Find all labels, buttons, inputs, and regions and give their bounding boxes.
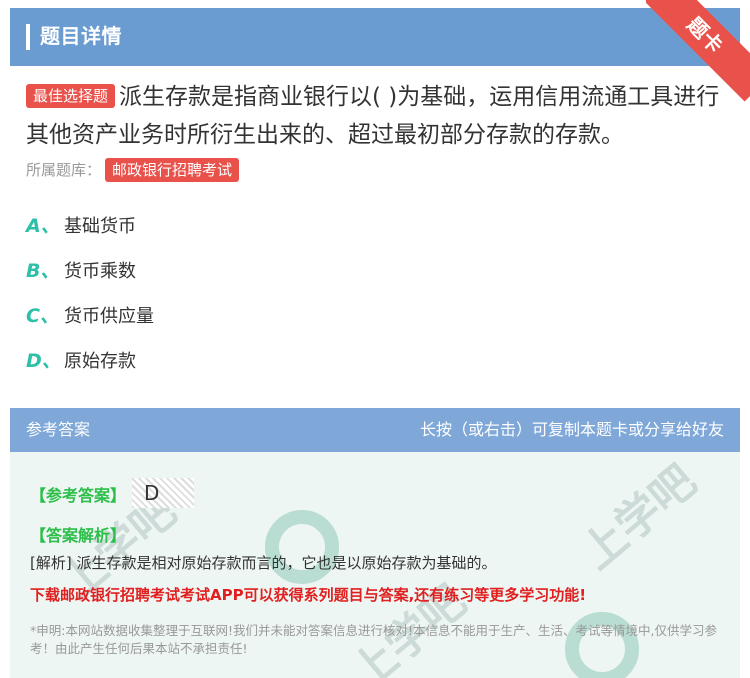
header-bar: 题目详情	[10, 8, 740, 66]
option-text: 货币供应量	[64, 306, 154, 327]
analysis-text: [解析] 派生存款是相对原始存款而言的，它也是以原始存款为基础的。	[30, 554, 497, 572]
option-d[interactable]: D、 原始存款	[26, 347, 136, 376]
bank-label: 所属题库：	[26, 161, 102, 179]
disclaimer: *申明:本网站数据收集整理于互联网!我们并未能对答案信息进行核对!本信息不能用于…	[30, 623, 717, 656]
option-text: 基础货币	[64, 216, 136, 237]
option-letter: D、	[26, 350, 61, 372]
share-hint: 长按（或右击）可复制本题卡或分享给好友	[419, 420, 724, 439]
question-text: 派生存款是指商业银行以( )为基础，运用信用流通工具进行其他资产业务时所衍生出来…	[26, 84, 720, 148]
answer-header: 参考答案 长按（或右击）可复制本题卡或分享给好友	[10, 408, 740, 452]
question-bank-row: 所属题库： 邮政银行招聘考试	[26, 158, 243, 182]
answer-label: 【参考答案】	[30, 486, 127, 505]
page-title: 题目详情	[40, 24, 122, 48]
option-letter: B、	[26, 260, 60, 282]
answer-body: 上学吧 上学吧 上学吧 【参考答案】 D 【答案解析】 [解析] 派生存款是相对…	[10, 452, 740, 678]
question-stem: 最佳选择题 派生存款是指商业银行以( )为基础，运用信用流通工具进行其他资产业务时…	[26, 78, 726, 154]
option-text: 货币乘数	[64, 261, 136, 282]
option-c[interactable]: C、 货币供应量	[26, 302, 154, 331]
answer-value: D	[132, 478, 194, 508]
question-type-badge: 最佳选择题	[26, 84, 116, 108]
option-a[interactable]: A、 基础货币	[26, 212, 136, 241]
option-b[interactable]: B、 货币乘数	[26, 257, 136, 286]
option-letter: C、	[26, 305, 59, 327]
header-accent-bar	[26, 24, 30, 50]
analysis-label: 【答案解析】	[30, 526, 127, 545]
answer-section-title: 参考答案	[26, 420, 91, 439]
app-download-link[interactable]: 下载邮政银行招聘考试考试APP可以获得系列题目与答案,还有练习等更多学习功能!	[30, 584, 586, 605]
option-text: 原始存款	[64, 351, 136, 372]
option-letter: A、	[26, 215, 60, 237]
bank-badge[interactable]: 邮政银行招聘考试	[105, 158, 240, 182]
watermark: 上学吧	[571, 455, 706, 580]
